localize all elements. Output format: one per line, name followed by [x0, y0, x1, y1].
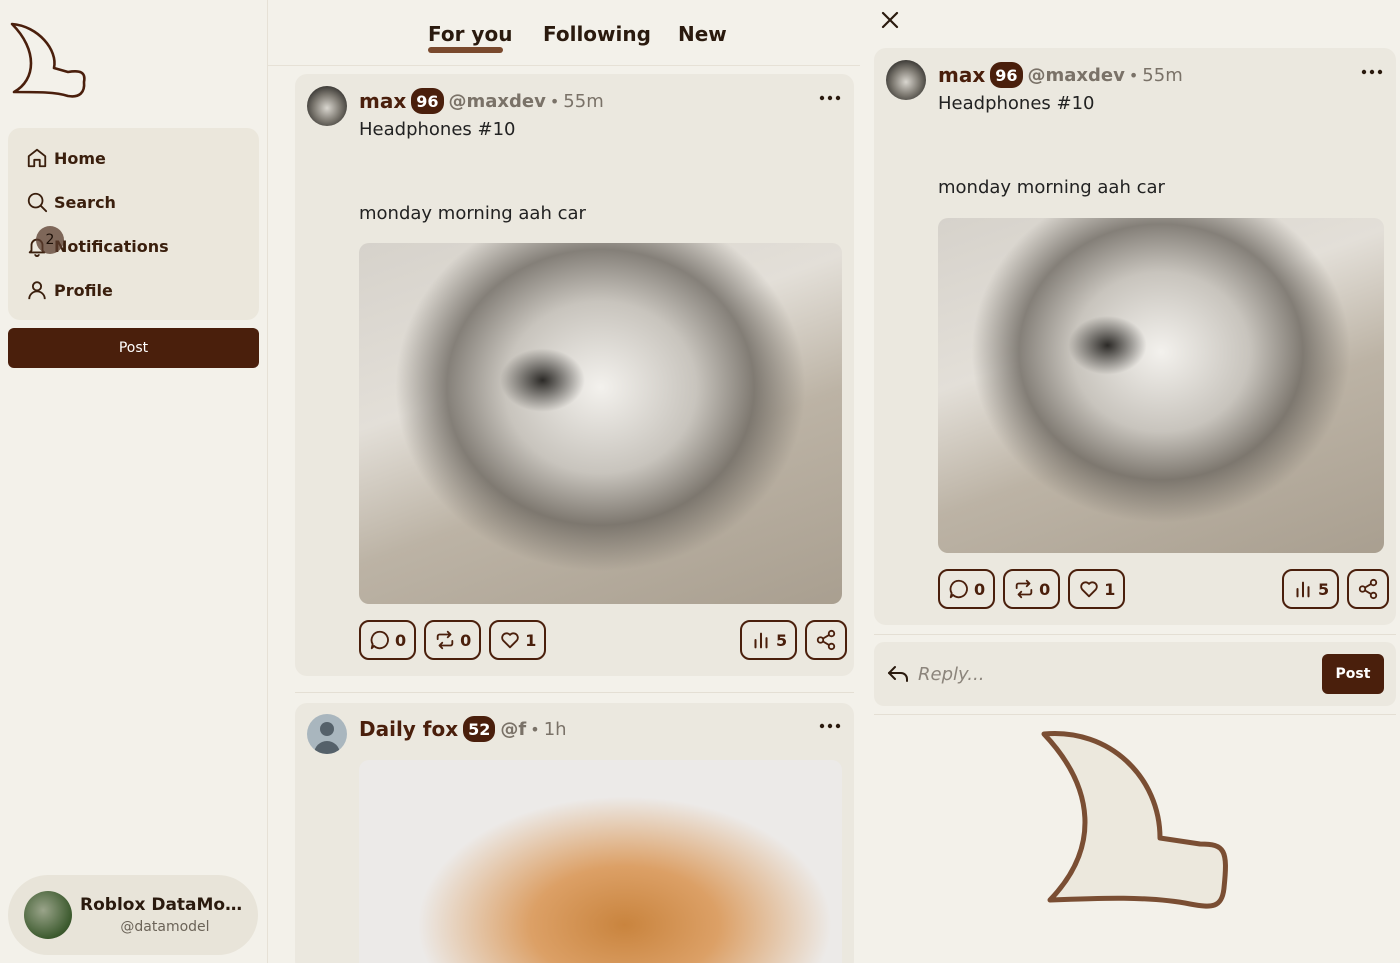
sidebar-item-home[interactable]: Home [8, 136, 259, 180]
separator-dot: • [549, 91, 560, 111]
post-actions: 0 0 1 [359, 620, 554, 660]
user-icon [28, 281, 46, 300]
karma-badge: 52 [463, 716, 496, 742]
detail-post-card: max 96 @maxdev • 55m Headphones #10 mond… [874, 48, 1396, 625]
repost-count: 0 [460, 630, 472, 650]
hat-logo-icon[interactable] [8, 20, 90, 102]
sidebar-item-profile[interactable]: Profile [8, 268, 259, 312]
like-button[interactable]: 1 [1068, 569, 1126, 609]
active-tab-indicator [428, 47, 503, 53]
post-time: 1h [543, 718, 567, 740]
post-time: 55m [563, 90, 604, 112]
repost-icon [1015, 579, 1033, 599]
comment-count: 0 [395, 630, 407, 650]
comment-icon [370, 630, 389, 650]
post-text: Headphones #10 monday morning aah car [359, 119, 586, 224]
post-author-handle[interactable]: @maxdev [1028, 65, 1125, 86]
like-count: 1 [1104, 579, 1116, 599]
repost-icon [436, 630, 454, 650]
new-post-button[interactable]: Post [8, 328, 259, 368]
post-image[interactable] [359, 243, 842, 604]
views-button[interactable]: 5 [740, 620, 798, 660]
more-options-icon[interactable] [818, 714, 842, 738]
post-header: max 96 @maxdev • 55m [938, 62, 1183, 88]
repost-button[interactable]: 0 [424, 620, 482, 660]
post-card[interactable]: max 96 @maxdev • 55m Headphones #10 mond… [295, 74, 854, 676]
post-author-name[interactable]: Daily fox [359, 717, 458, 741]
view-count: 5 [1318, 579, 1330, 599]
sidebar-item-label: Search [54, 192, 116, 212]
post-text: Headphones #10 monday morning aah car [938, 93, 1165, 198]
post-card[interactable]: Daily fox 52 @f • 1h [295, 703, 854, 963]
more-options-icon[interactable] [818, 86, 842, 110]
share-icon [816, 629, 836, 651]
more-options-icon[interactable] [1360, 60, 1384, 84]
share-button[interactable] [805, 620, 848, 660]
repost-button[interactable]: 0 [1003, 569, 1061, 609]
default-avatar-icon [314, 722, 340, 754]
post-header: Daily fox 52 @f • 1h [359, 716, 567, 742]
sidebar-item-label: Notifications [54, 236, 169, 256]
reply-post-button[interactable]: Post [1322, 654, 1384, 694]
notification-count-badge: 2 [36, 226, 64, 254]
post-time: 55m [1142, 64, 1183, 86]
tab-for-you[interactable]: For you [428, 22, 512, 46]
separator-dot: • [1128, 65, 1139, 85]
close-icon[interactable] [879, 9, 901, 31]
search-icon [27, 192, 48, 213]
post-author-handle[interactable]: @f [500, 719, 526, 740]
post-image[interactable] [359, 760, 842, 963]
comment-count: 0 [974, 579, 986, 599]
tab-following[interactable]: Following [543, 22, 651, 46]
post-actions: 0 0 1 [938, 569, 1133, 609]
sidebar-item-label: Home [54, 148, 106, 168]
karma-badge: 96 [990, 62, 1023, 88]
feed-tabs: For you Following New [268, 0, 860, 66]
like-button[interactable]: 1 [489, 620, 547, 660]
sidebar-item-label: Profile [54, 280, 113, 300]
comment-button[interactable]: 0 [359, 620, 417, 660]
avatar[interactable] [307, 714, 347, 754]
comment-icon [949, 579, 968, 599]
post-actions-right: 5 [1274, 569, 1390, 609]
like-count: 1 [525, 630, 537, 650]
post-image[interactable] [938, 218, 1384, 553]
avatar [24, 891, 72, 939]
reply-input[interactable] [918, 656, 1308, 692]
post-header: max 96 @maxdev • 55m [359, 88, 604, 114]
views-button[interactable]: 5 [1282, 569, 1340, 609]
repost-count: 0 [1039, 579, 1051, 599]
account-name: Roblox DataMod... [80, 895, 250, 915]
karma-badge: 96 [411, 88, 444, 114]
heart-icon [501, 632, 520, 649]
reply-composer: Post [874, 642, 1396, 706]
post-author-name[interactable]: max [938, 63, 985, 87]
account-handle: @datamodel [120, 919, 210, 935]
avatar[interactable] [886, 60, 926, 100]
divider [874, 634, 1396, 635]
reply-arrow-icon [888, 666, 908, 682]
divider [874, 714, 1396, 715]
account-switcher[interactable]: Roblox DataMod... @datamodel [8, 875, 258, 955]
share-button[interactable] [1347, 569, 1390, 609]
hat-logo-icon [1041, 731, 1228, 909]
separator-dot: • [530, 719, 540, 739]
main-nav: Home Search 2 Notifications Profile [8, 128, 259, 320]
sidebar: Home Search 2 Notifications Profile Post… [0, 0, 268, 963]
bar-chart-icon [1296, 581, 1310, 598]
bar-chart-icon [754, 632, 768, 649]
post-actions-right: 5 [732, 620, 848, 660]
view-count: 5 [776, 630, 788, 650]
sidebar-item-search[interactable]: Search [8, 180, 259, 224]
heart-icon [1080, 581, 1099, 598]
share-icon [1358, 578, 1378, 600]
post-author-name[interactable]: max [359, 89, 406, 113]
divider [295, 692, 854, 693]
sidebar-item-notifications[interactable]: 2 Notifications [8, 224, 259, 268]
home-icon [27, 148, 47, 168]
avatar[interactable] [307, 86, 347, 126]
post-author-handle[interactable]: @maxdev [449, 91, 546, 112]
tab-new[interactable]: New [678, 22, 727, 46]
comment-button[interactable]: 0 [938, 569, 996, 609]
